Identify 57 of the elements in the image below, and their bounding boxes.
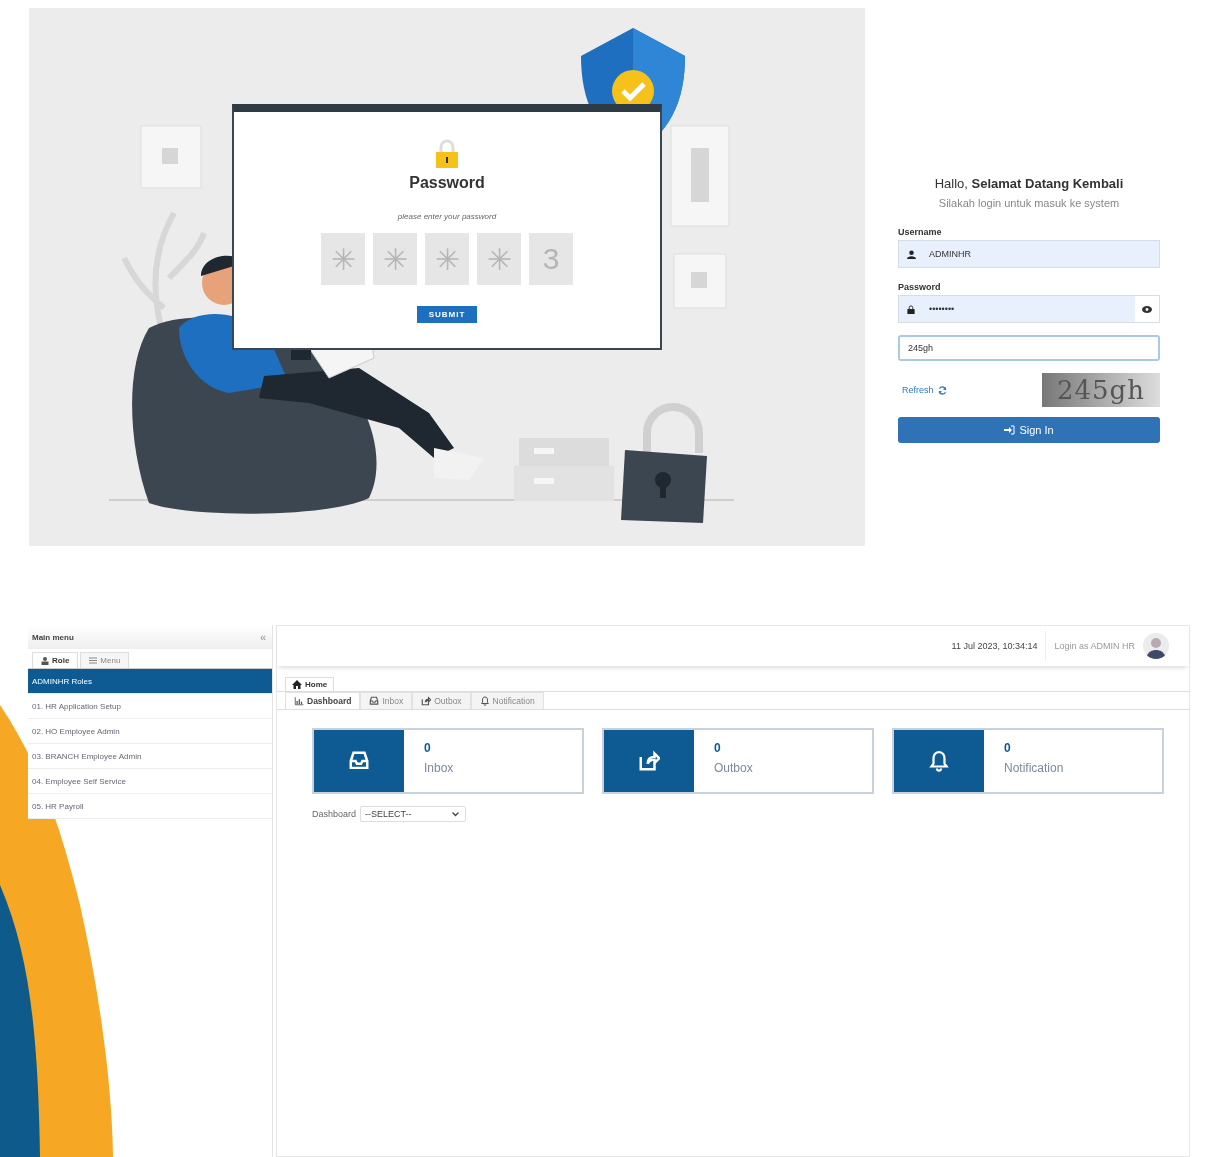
window-title: Password bbox=[409, 174, 485, 192]
inbox-tray-icon bbox=[348, 750, 370, 772]
captcha-input-field[interactable]: 245gh bbox=[898, 335, 1160, 361]
user-icon bbox=[906, 249, 916, 259]
stat-count: 0 bbox=[1004, 741, 1012, 755]
code-slot: ✳ bbox=[477, 233, 521, 285]
home-tab[interactable]: Home bbox=[285, 677, 335, 691]
stat-count: 0 bbox=[424, 741, 432, 755]
stat-label: Notification bbox=[1004, 761, 1064, 775]
field-label: Username bbox=[898, 227, 943, 237]
content-tab[interactable]: Inbox bbox=[360, 692, 413, 709]
password-field[interactable]: •••••••• bbox=[898, 295, 1160, 323]
sign-in-icon bbox=[1004, 425, 1016, 435]
share-icon bbox=[421, 696, 432, 706]
picture-frame-drawing bbox=[673, 253, 727, 309]
date-time-text: 11 Jul 2023, 10:34:14 bbox=[951, 631, 1047, 661]
content-tab[interactable]: Notification bbox=[470, 692, 544, 709]
user-icon bbox=[41, 656, 49, 665]
submit-button[interactable]: SUBMIT bbox=[416, 306, 478, 323]
eye-icon[interactable] bbox=[1142, 305, 1152, 313]
refresh-link[interactable]: Refresh bbox=[902, 385, 947, 395]
lock-icon bbox=[907, 304, 915, 314]
captcha-image: 245gh bbox=[1042, 373, 1160, 407]
menu-item[interactable]: 04. Employee Self Service bbox=[28, 769, 272, 794]
code-slot: ✳ bbox=[321, 233, 365, 285]
bell-icon bbox=[928, 750, 950, 772]
picture-frame-drawing bbox=[140, 125, 202, 189]
sidebar-title: Main menu bbox=[32, 632, 74, 642]
username-field[interactable]: ADMINHR bbox=[898, 240, 1160, 268]
sidebar-tab[interactable]: Role bbox=[32, 652, 79, 668]
code-slot: ✳ bbox=[373, 233, 417, 285]
subtitle-text: Silakah login untuk masuk ke system bbox=[938, 197, 1120, 209]
stat-label: Outbox bbox=[714, 761, 753, 775]
menu-item[interactable]: 05. HR Payroll bbox=[28, 794, 272, 819]
bell-icon bbox=[479, 696, 490, 706]
field-label: Password bbox=[898, 282, 942, 292]
content-tab[interactable]: Outbox bbox=[412, 692, 471, 709]
sidebar-tab[interactable]: Menu bbox=[80, 652, 130, 668]
refresh-icon bbox=[937, 385, 947, 395]
house-icon bbox=[292, 680, 302, 689]
hint-text: please enter your password bbox=[397, 212, 497, 221]
code-slot: ✳ bbox=[425, 233, 469, 285]
stat-count: 0 bbox=[714, 741, 722, 755]
padlock-icon bbox=[434, 138, 460, 170]
welcome-heading: Hallo, Selamat Datang Kembali bbox=[934, 176, 1124, 191]
filter-label: Dashboard bbox=[312, 809, 357, 819]
menu-item[interactable]: ADMINHR Roles bbox=[28, 669, 272, 694]
bar-chart-icon bbox=[294, 696, 304, 706]
list-icon bbox=[89, 657, 98, 664]
login-user-text: Login as ADMIN HR bbox=[1054, 641, 1135, 651]
content-tab[interactable]: Dashboard bbox=[285, 692, 361, 709]
sign-in-button[interactable]: Sign In bbox=[898, 417, 1160, 443]
dashboard-select[interactable]: --SELECT-- bbox=[360, 806, 467, 822]
stat-label: Inbox bbox=[424, 761, 454, 775]
inbox-tray-icon bbox=[369, 696, 380, 706]
chevron-down-icon bbox=[452, 811, 460, 817]
share-icon bbox=[638, 750, 660, 772]
